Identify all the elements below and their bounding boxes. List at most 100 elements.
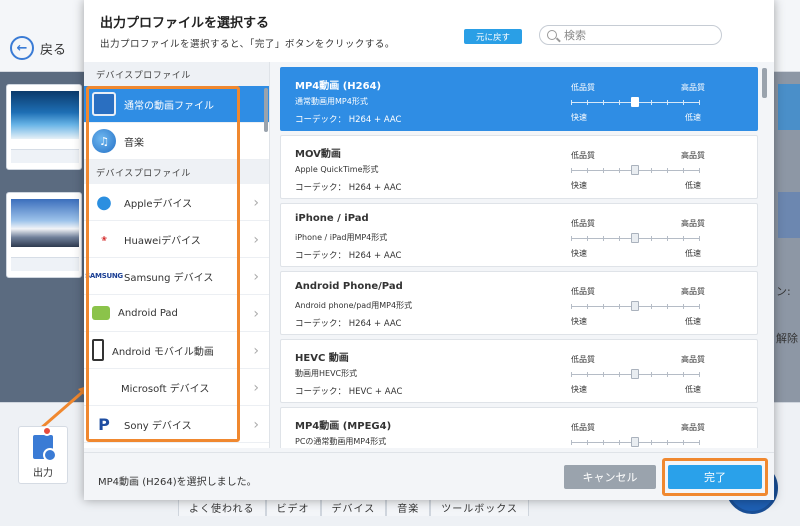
slider-tick — [683, 236, 684, 241]
category-item[interactable]: ● Appleデバイス › — [84, 184, 269, 221]
quality-high-label: 高品質 — [681, 83, 705, 92]
category-item[interactable]: Android モバイル動画 › — [84, 332, 269, 369]
speed-fast-label: 快速 — [571, 385, 587, 394]
search-input[interactable] — [564, 27, 714, 43]
quality-slider[interactable] — [571, 437, 700, 447]
samsung-icon: SAMSUNG — [85, 272, 123, 280]
slider-tick — [699, 440, 700, 445]
quality-slider[interactable] — [571, 165, 700, 175]
slider-tick — [571, 236, 572, 241]
video-thumbnail[interactable] — [6, 192, 82, 278]
profile-name: MOV動画 — [295, 149, 341, 160]
profile-description: Apple QuickTime形式 — [295, 165, 379, 174]
speed-fast-label: 快速 — [571, 181, 587, 190]
slider-tick — [667, 168, 668, 173]
category-section-header: デバイスプロファイル — [84, 160, 269, 184]
slider-tick — [651, 236, 652, 241]
category-list: デバイスプロファイル 通常の動画ファイル ♫ 音楽 デバイスプロファイル ● Appleデバ… — [84, 62, 270, 448]
profile-name: iPhone / iPad — [295, 213, 369, 224]
quality-low-label: 低品質 — [571, 287, 595, 296]
search-box[interactable] — [539, 25, 722, 45]
quality-slider[interactable] — [571, 301, 700, 311]
slider-knob[interactable] — [631, 301, 639, 311]
slider-tick — [619, 372, 620, 377]
chevron-right-icon: › — [253, 195, 259, 211]
video-thumbnail[interactable] — [6, 84, 82, 170]
preview-strip — [774, 72, 800, 402]
category-label: Android モバイル動画 — [112, 346, 214, 358]
category-label: Microsoft デバイス — [121, 383, 210, 395]
dialog-footer: MP4動画 (H264)を選択しました。 キャンセル 完了 — [84, 452, 774, 500]
quality-low-label: 低品質 — [571, 355, 595, 364]
slider-tick — [619, 304, 620, 309]
profile-card[interactable]: MP4動画 (H264) 通常動画用MP4形式 コーデック： H264 + AAC 低… — [280, 67, 758, 131]
side-label: 解除 — [776, 332, 798, 345]
quality-low-label: 低品質 — [571, 83, 595, 92]
profile-codec: コーデック： H264 + AAC — [295, 251, 402, 261]
slider-tick — [667, 100, 668, 105]
microsoft-icon — [92, 377, 113, 398]
slider-knob[interactable] — [631, 437, 639, 447]
quality-slider[interactable] — [571, 369, 700, 379]
back-button[interactable]: ← 戻る — [10, 36, 66, 60]
huawei-icon: ❀ — [101, 235, 107, 243]
slider-tick — [683, 100, 684, 105]
profile-dialog: 出力プロファイルを選択する 出力プロファイルを選択すると、「完了」ボタンをクリッ… — [84, 0, 774, 500]
chevron-right-icon: › — [253, 232, 259, 248]
slider-tick — [619, 168, 620, 173]
category-item[interactable]: Microsoft デバイス › — [84, 369, 269, 406]
quality-slider[interactable] — [571, 233, 700, 243]
category-item[interactable]: ❀ Huaweiデバイス › — [84, 221, 269, 258]
speed-slow-label: 低速 — [685, 317, 701, 326]
chevron-right-icon: › — [253, 343, 259, 359]
quality-low-label: 低品質 — [571, 423, 595, 432]
slider-tick — [587, 236, 588, 241]
profile-name: MP4動画 (MPEG4) — [295, 421, 392, 432]
dialog-header: 出力プロファイルを選択する 出力プロファイルを選択すると、「完了」ボタンをクリッ… — [84, 0, 774, 62]
profile-card[interactable]: Android Phone/Pad Android phone/pad用MP4形式… — [280, 271, 758, 335]
category-label: Sony デバイス — [124, 420, 192, 432]
profile-description: iPhone / iPad用MP4形式 — [295, 233, 388, 242]
revert-button[interactable]: 元に戻す — [464, 29, 522, 44]
profile-name: MP4動画 (H264) — [295, 81, 382, 92]
category-item[interactable]: SAMSUNG Samsung デバイス › — [84, 258, 269, 295]
category-item[interactable]: ♫ 音楽 — [84, 123, 269, 160]
slider-knob[interactable] — [631, 97, 639, 107]
slider-knob[interactable] — [631, 233, 639, 243]
slider-tick — [587, 168, 588, 173]
speed-fast-label: 快速 — [571, 113, 587, 122]
quality-high-label: 高品質 — [681, 355, 705, 364]
slider-tick — [571, 304, 572, 309]
profile-card[interactable]: MP4動画 (MPEG4)PCの通常動画用MP4形式低品質高品質快速低速 — [280, 407, 758, 448]
quality-slider[interactable] — [571, 97, 700, 107]
slider-tick — [683, 440, 684, 445]
slider-tick — [651, 168, 652, 173]
slider-tick — [651, 372, 652, 377]
cancel-button[interactable]: キャンセル — [564, 465, 656, 489]
slider-tick — [619, 440, 620, 445]
profile-name: HEVC 動画 — [295, 353, 349, 364]
slider-knob[interactable] — [631, 369, 639, 379]
slider-tick — [683, 168, 684, 173]
slider-tick — [699, 236, 700, 241]
slider-knob[interactable] — [631, 165, 639, 175]
category-item[interactable]: 通常の動画ファイル — [84, 86, 269, 123]
profile-description: Android phone/pad用MP4形式 — [295, 301, 413, 310]
profile-scrollbar[interactable] — [762, 68, 767, 98]
done-button[interactable]: 完了 — [668, 465, 762, 489]
profile-list: MP4動画 (H264) 通常動画用MP4形式 コーデック： H264 + AAC 低… — [280, 67, 760, 448]
slider-tick — [587, 372, 588, 377]
profile-card[interactable]: iPhone / iPad iPhone / iPad用MP4形式コーデック： H… — [280, 203, 758, 267]
slider-tick — [699, 304, 700, 309]
profile-card[interactable]: HEVC 動画 動画用HEVC形式 コーデック： HEVC + AAC 低品質 高品質快… — [280, 339, 758, 403]
category-item[interactable]: P Sony デバイス › — [84, 406, 269, 443]
output-profile-icon — [33, 435, 57, 462]
category-item[interactable]: Android Pad › — [84, 295, 269, 332]
category-scrollbar[interactable] — [264, 88, 268, 132]
quality-high-label: 高品質 — [681, 151, 705, 160]
category-label: 音楽 — [124, 137, 144, 149]
category-label: 通常の動画ファイル — [124, 100, 214, 112]
slider-tick — [603, 372, 604, 377]
speed-fast-label: 快速 — [571, 249, 587, 258]
profile-card[interactable]: MOV動画 Apple QuickTime形式 コーデック： H264 + AAC 低… — [280, 135, 758, 199]
